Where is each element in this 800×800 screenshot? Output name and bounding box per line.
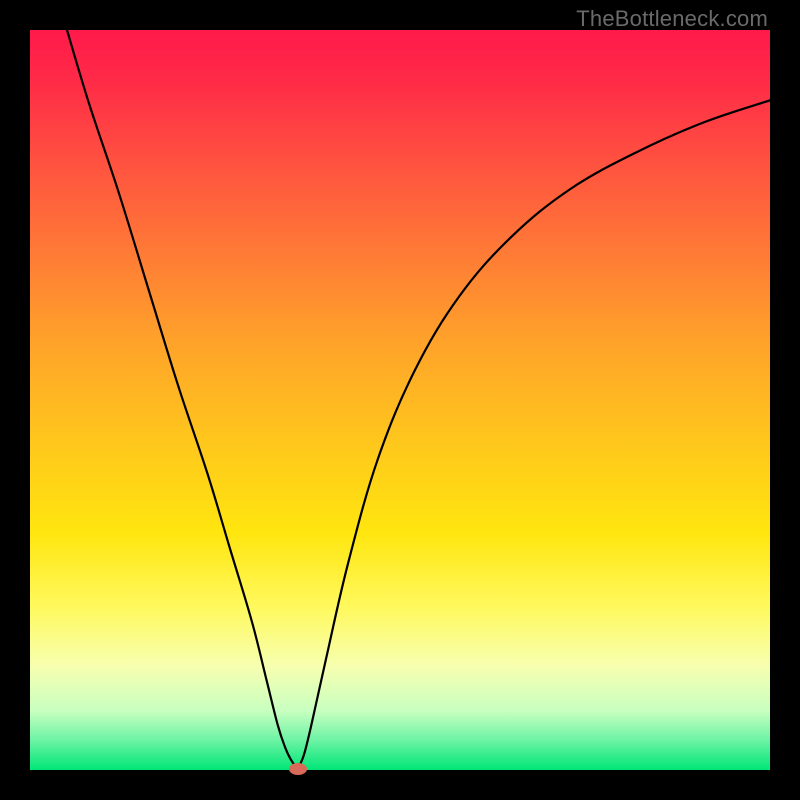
gradient-background [30, 30, 770, 770]
chart-frame: TheBottleneck.com [0, 0, 800, 800]
optimum-marker [289, 763, 307, 775]
watermark-text: TheBottleneck.com [576, 6, 768, 32]
plot-area [30, 30, 770, 770]
